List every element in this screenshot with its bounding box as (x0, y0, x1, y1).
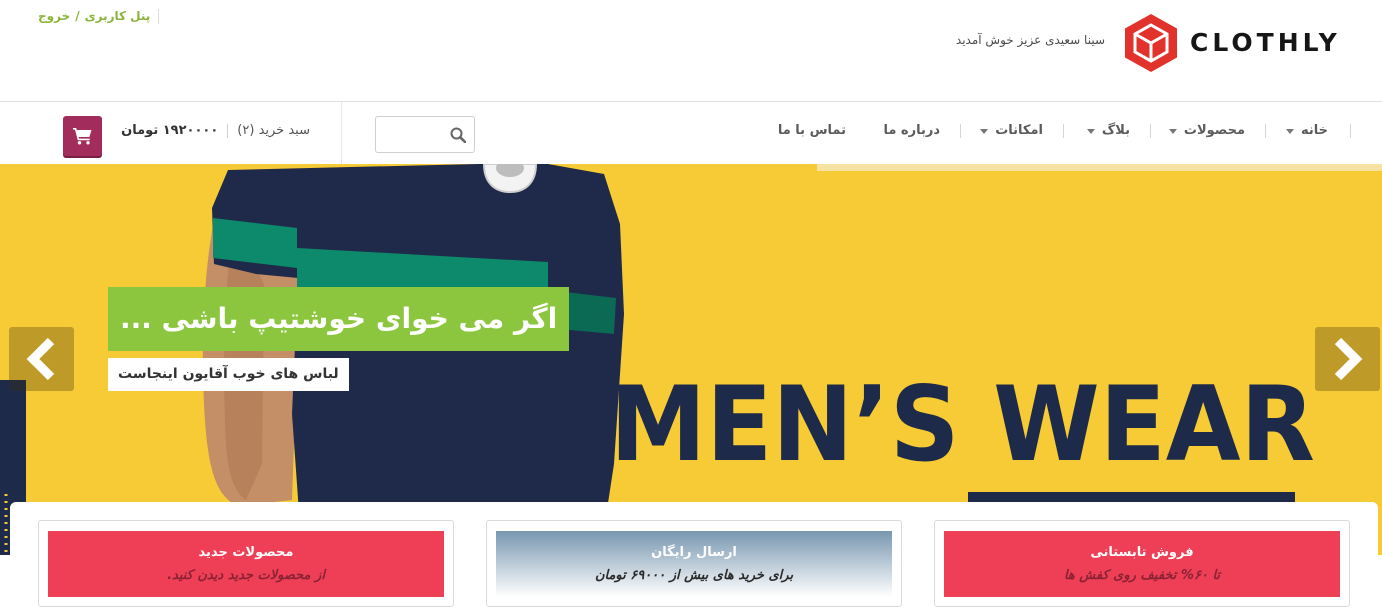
search-box[interactable] (375, 116, 475, 153)
nav-item-label: تماس با ما (777, 123, 846, 138)
hero-top-strip (817, 164, 1382, 171)
top-links-divider (158, 9, 159, 24)
user-links-separator: / (75, 9, 80, 23)
feature-title: ارسال رایگان (651, 544, 737, 560)
nav-item-blog[interactable]: بلاگ (1086, 122, 1130, 140)
user-panel-link[interactable]: پنل کاربری (85, 7, 151, 25)
feature-subtitle: تا ۶۰% تخفیف روی کفش ها (1063, 567, 1221, 583)
nav-separator (1350, 124, 1351, 138)
nav-item-products[interactable]: محصولات (1168, 122, 1245, 140)
feature-subtitle: برای خرید های بیش از ۶۹۰۰۰ تومان (594, 567, 794, 583)
nav-separator (960, 124, 961, 138)
welcome-message: سینا سعیدی عزیز خوش آمدید (955, 33, 1105, 47)
cart-total: ۱۹۲۰۰۰۰ تومان (121, 123, 219, 138)
chevron-right-icon (1334, 337, 1363, 381)
navbar-divider (341, 101, 342, 164)
logout-link[interactable]: خروج (38, 7, 70, 25)
nav-item-label: درباره ما (883, 123, 940, 138)
feature-subtitle: از محصولات جدید دیدن کنید. (167, 567, 325, 583)
cart-summary[interactable]: سبد خرید (۲) ۱۹۲۰۰۰۰ تومان (121, 122, 310, 140)
nav-item-features[interactable]: امکانات (980, 122, 1043, 140)
brand-name[interactable]: CLOTHLY (1190, 28, 1341, 58)
slider-next-button[interactable] (1315, 327, 1380, 391)
nav-item-home[interactable]: خانه (1285, 122, 1328, 140)
nav-item-label: محصولات (1183, 123, 1245, 138)
caret-down-icon (980, 128, 989, 134)
nav-separator (1265, 124, 1266, 138)
logo[interactable] (1125, 14, 1177, 72)
nav-item-label: بلاگ (1101, 123, 1130, 138)
feature-title: فروش تابستانی (1090, 544, 1194, 560)
feature-free-shipping[interactable]: ارسال رایگان برای خرید های بیش از ۶۹۰۰۰ … (486, 520, 902, 607)
nav-separator (1150, 124, 1151, 138)
caret-down-icon (1086, 128, 1095, 134)
nav-item-about[interactable]: درباره ما (883, 122, 940, 140)
nav-separator (1063, 124, 1064, 138)
feature-new-products[interactable]: محصولات جدید از محصولات جدید دیدن کنید. (38, 520, 454, 607)
feature-banner: ارسال رایگان برای خرید های بیش از ۶۹۰۰۰ … (496, 531, 892, 597)
nav-item-label: خانه (1300, 123, 1328, 138)
cart-button[interactable] (63, 116, 102, 156)
hexagon-cube-logo-icon (1125, 14, 1177, 72)
feature-banner: محصولات جدید از محصولات جدید دیدن کنید. (48, 531, 444, 597)
slider-prev-button[interactable] (9, 327, 74, 391)
hero-image-text: MEN’S WEAR (610, 365, 1315, 485)
chevron-left-icon (26, 337, 55, 381)
feature-banner: فروش تابستانی تا ۶۰% تخفیف روی کفش ها (944, 531, 1340, 597)
caret-down-icon (1168, 128, 1177, 134)
cart-separator (227, 124, 229, 138)
caret-down-icon (1285, 128, 1294, 134)
nav-item-label: امکانات (995, 123, 1043, 138)
hero-subheading: لباس های خوب آقایون اینجاست (108, 358, 349, 391)
user-links: پنل کاربری / خروج (38, 7, 150, 25)
search-icon[interactable] (450, 127, 466, 143)
cart-label: سبد خرید (۲) (237, 123, 310, 138)
hero-heading: اگر می خوای خوشتیپ باشی ... (108, 287, 570, 351)
cart-icon (73, 127, 92, 144)
feature-title: محصولات جدید (198, 544, 294, 560)
feature-summer-sale[interactable]: فروش تابستانی تا ۶۰% تخفیف روی کفش ها (934, 520, 1350, 607)
nav-item-contact[interactable]: تماس با ما (778, 122, 846, 140)
